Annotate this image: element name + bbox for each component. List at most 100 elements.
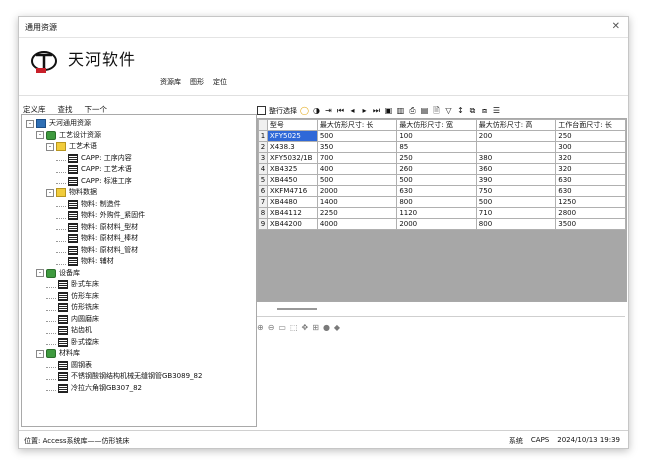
- tree-node[interactable]: 不锈钢酸钢结构机械无缝钢管GB3089_82: [46, 371, 202, 382]
- export-graphic-icon[interactable]: ◆: [334, 323, 340, 332]
- table-cell[interactable]: 4000: [316, 218, 398, 230]
- table-cell[interactable]: 800: [396, 196, 477, 208]
- table-cell[interactable]: 1250: [555, 196, 626, 208]
- tree-expander-icon[interactable]: -: [26, 119, 34, 128]
- table-cell[interactable]: XFY5025: [266, 130, 318, 142]
- tree-node[interactable]: 仿形铣床: [46, 302, 99, 313]
- table-row[interactable]: 7 XB4480 1400 800 500 1250: [258, 196, 626, 208]
- insert-icon[interactable]: ●: [323, 323, 330, 332]
- zoom-out-icon[interactable]: ⊖: [268, 323, 275, 332]
- table-cell[interactable]: 2800: [555, 207, 626, 219]
- table-cell[interactable]: 260: [396, 163, 477, 175]
- layout-icon[interactable]: ⊞: [312, 323, 319, 332]
- table-row[interactable]: 3 XFY5032/1B 700 250 380 320: [258, 152, 626, 164]
- table-cell[interactable]: 500: [316, 130, 398, 142]
- goto-icon[interactable]: ⇥: [324, 106, 333, 115]
- tree-expander-icon[interactable]: -: [36, 269, 44, 277]
- column-header[interactable]: 最大仿形尺寸: 宽: [396, 119, 477, 131]
- settings-icon[interactable]: ☰: [492, 106, 501, 115]
- table-cell[interactable]: [475, 141, 557, 153]
- table-cell[interactable]: 2000: [316, 185, 398, 197]
- zoom-window-icon[interactable]: ⬚: [290, 323, 298, 332]
- tree-node[interactable]: 卧式镗床: [46, 337, 99, 348]
- table-row[interactable]: 5 XB4450 500 500 390 630: [258, 174, 626, 186]
- column-header[interactable]: 型号: [266, 119, 318, 131]
- table-cell[interactable]: 85: [396, 141, 477, 153]
- table-cell[interactable]: 500: [396, 174, 477, 186]
- row-number[interactable]: 6: [258, 185, 268, 197]
- tree-node[interactable]: 圆钢表: [46, 360, 92, 371]
- table-cell[interactable]: 1120: [396, 207, 477, 219]
- table-icon[interactable]: ▤: [420, 106, 429, 115]
- table-row[interactable]: 9 XB44200 4000 2000 800 3500: [258, 218, 626, 230]
- table-cell[interactable]: 250: [555, 130, 626, 142]
- table-cell[interactable]: 380: [475, 152, 557, 164]
- tree-expander-icon[interactable]: -: [36, 131, 44, 139]
- tree-node[interactable]: 冷拉六角钢GB307_82: [46, 383, 142, 394]
- first-record-icon[interactable]: ⏮: [336, 106, 345, 115]
- table-cell[interactable]: XB4480: [266, 196, 318, 208]
- tree-node[interactable]: - 工艺术语: [46, 141, 97, 152]
- table-cell[interactable]: XB44200: [266, 218, 318, 230]
- table-cell[interactable]: 250: [396, 152, 477, 164]
- refresh-icon[interactable]: ◯: [300, 106, 309, 115]
- close-icon[interactable]: ✕: [612, 21, 620, 32]
- table-row[interactable]: 6 XKFM4716 2000 630 750 630: [258, 185, 626, 197]
- row-number[interactable]: 3: [258, 152, 268, 164]
- table-cell[interactable]: 500: [475, 196, 557, 208]
- filter-icon[interactable]: ▽: [444, 106, 453, 115]
- tree-node[interactable]: 内圆磨床: [46, 314, 99, 325]
- tree-node[interactable]: 物料: 辅材: [56, 256, 114, 267]
- row-number[interactable]: 7: [258, 196, 268, 208]
- tree-node[interactable]: 物料: 原材料_型材: [56, 222, 138, 233]
- table-cell[interactable]: 300: [555, 141, 626, 153]
- table-cell[interactable]: 3500: [555, 218, 626, 230]
- table-cell[interactable]: 750: [475, 185, 557, 197]
- data-grid[interactable]: 型号 最大仿形尺寸: 长 最大仿形尺寸: 宽 最大仿形尺寸: 高 工作台面尺寸:…: [257, 118, 627, 302]
- table-cell[interactable]: XFY5032/1B: [266, 152, 318, 164]
- tree-expander-icon[interactable]: -: [36, 349, 44, 358]
- tree-node[interactable]: CAPP: 工序内容: [56, 153, 132, 164]
- tree-node[interactable]: - 工艺设计资源: [36, 130, 101, 141]
- sort-icon[interactable]: ↕: [456, 106, 465, 115]
- tree-expander-icon[interactable]: -: [46, 142, 54, 151]
- tree-node[interactable]: - 材料库: [36, 348, 80, 359]
- table-cell[interactable]: 200: [475, 130, 557, 142]
- menu-item-locate[interactable]: 定位: [213, 77, 227, 87]
- table-cell[interactable]: XB44112: [266, 207, 318, 219]
- tree-node[interactable]: 仿形车床: [46, 291, 99, 302]
- table-cell[interactable]: 2000: [396, 218, 477, 230]
- tree-node[interactable]: 物料: 制造件: [56, 199, 121, 210]
- row-number[interactable]: 5: [258, 174, 268, 186]
- fit-icon[interactable]: ▭: [278, 323, 286, 332]
- table-cell[interactable]: 2250: [316, 207, 398, 219]
- table-cell[interactable]: 700: [316, 152, 398, 164]
- form-view-icon[interactable]: ▣: [384, 106, 393, 115]
- table-cell[interactable]: 400: [316, 163, 398, 175]
- table-row[interactable]: 8 XB44112 2250 1120 710 2800: [258, 207, 626, 219]
- tree-node[interactable]: CAPP: 标准工序: [56, 176, 132, 187]
- table-row[interactable]: 4 XB4325 400 260 360 320: [258, 163, 626, 175]
- tree-node[interactable]: - 物料数据: [46, 187, 97, 198]
- column-header[interactable]: 最大仿形尺寸: 高: [475, 119, 557, 131]
- import-icon[interactable]: ⧈: [480, 106, 489, 115]
- row-number[interactable]: 1: [258, 130, 268, 142]
- table-cell[interactable]: XB4450: [266, 174, 318, 186]
- next-record-icon[interactable]: ▸: [360, 106, 369, 115]
- table-cell[interactable]: 350: [316, 141, 398, 153]
- tree-node[interactable]: 物料: 原材料_管材: [56, 245, 138, 256]
- prev-record-icon[interactable]: ◂: [348, 106, 357, 115]
- table-cell[interactable]: 800: [475, 218, 557, 230]
- table-cell[interactable]: 390: [475, 174, 557, 186]
- row-number[interactable]: 8: [258, 207, 268, 219]
- table-cell[interactable]: 630: [396, 185, 477, 197]
- table-row[interactable]: 1 XFY5025 500 100 200 250: [258, 130, 626, 142]
- tree-node[interactable]: - 天河通用资源: [26, 118, 91, 129]
- table-cell[interactable]: 320: [555, 152, 626, 164]
- tree-node[interactable]: CAPP: 工艺术语: [56, 164, 132, 175]
- export-icon[interactable]: ⧉: [468, 106, 477, 115]
- table-cell[interactable]: 630: [555, 185, 626, 197]
- column-header[interactable]: 最大仿形尺寸: 长: [316, 119, 398, 131]
- table-cell[interactable]: 710: [475, 207, 557, 219]
- color-icon[interactable]: ◑: [312, 106, 321, 115]
